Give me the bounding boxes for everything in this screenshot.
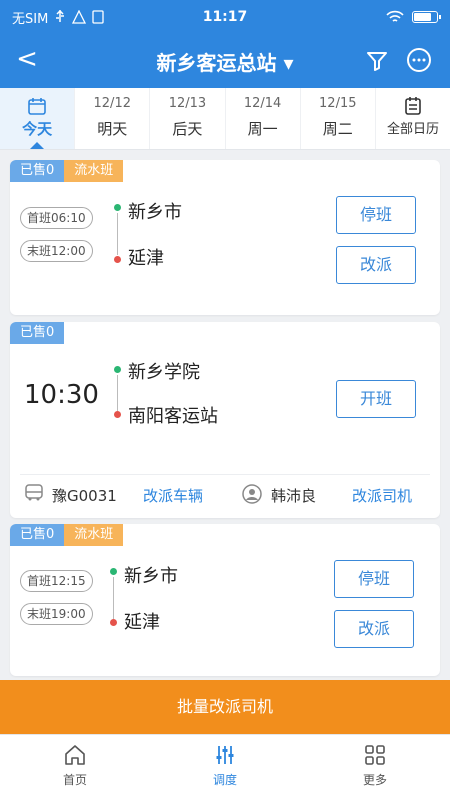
route-line (117, 375, 118, 411)
date-tab-date: 12/15 (319, 96, 357, 111)
change-vehicle-link[interactable]: 改派车辆 (143, 485, 203, 506)
selected-caret (30, 142, 45, 149)
flow-shift-tag: 流水班 (64, 524, 124, 546)
tab-dispatch[interactable]: 调度 (150, 735, 300, 800)
route-line (117, 213, 118, 255)
status-bar: 无SIM 11:17 (0, 0, 450, 34)
reassign-button[interactable]: 改派 (334, 610, 414, 648)
origin-stop: 新乡市 (128, 202, 182, 223)
end-dot (114, 411, 121, 418)
start-dot (114, 204, 121, 211)
first-shift-pill: 首班06:10 (20, 207, 93, 229)
tab-label: 调度 (212, 773, 237, 787)
date-tab-label: 周二 (322, 120, 353, 138)
origin-stop: 新乡市 (124, 566, 178, 587)
date-tab-date: 12/13 (168, 96, 207, 111)
calendar-icon (405, 97, 421, 115)
sold-count-tag: 已售0 (10, 322, 65, 344)
open-shift-button[interactable]: 开班 (336, 380, 416, 418)
start-dot (110, 568, 117, 575)
date-tab-date: 12/12 (93, 96, 131, 111)
departure-time: 10:30 (24, 380, 99, 410)
vehicle-plate: 豫G0031 (52, 487, 117, 505)
date-tab-day-after[interactable]: 12/13 后天 (150, 88, 226, 149)
date-tab-today[interactable]: 今天 (0, 88, 76, 149)
sliders-icon (216, 746, 234, 764)
sold-count-tag: 已售0 (10, 524, 65, 546)
last-shift-pill: 末班12:00 (20, 240, 93, 262)
schedule-card-1[interactable]: 已售0 流水班 首班06:10 末班12:00 新乡市 延津 停班 改派 (10, 160, 440, 315)
destination-stop: 延津 (124, 612, 160, 633)
tab-label: 更多 (362, 773, 387, 787)
clock: 11:17 (202, 9, 248, 25)
driver-icon (242, 484, 262, 504)
schedule-card-3[interactable]: 已售0 流水班 首班12:15 末班19:00 新乡市 延津 停班 改派 (10, 524, 440, 676)
tab-more[interactable]: 更多 (300, 735, 450, 800)
tab-label: 首页 (62, 773, 87, 787)
station-dropdown[interactable] (150, 41, 310, 81)
calendar-today-icon (28, 98, 46, 115)
bus-icon (25, 484, 43, 501)
date-tab-label: 明天 (97, 120, 128, 138)
end-dot (114, 256, 121, 263)
end-dot (110, 619, 117, 626)
origin-stop: 新乡学院 (128, 362, 200, 383)
flow-shift-tag: 流水班 (64, 160, 124, 182)
date-tab-label: 全部日历 (386, 122, 439, 137)
date-tab-label: 今天 (22, 120, 53, 138)
date-tab-label: 周一 (247, 120, 278, 138)
grid-icon (365, 745, 385, 765)
stop-shift-button[interactable]: 停班 (334, 560, 414, 598)
sold-count-tag: 已售0 (10, 160, 65, 182)
date-tab-date: 12/14 (243, 96, 282, 111)
change-driver-link[interactable]: 改派司机 (352, 485, 412, 506)
bottom-tab-bar: 首页 调度 更多 (0, 734, 450, 800)
date-tab-tuesday[interactable]: 12/15 周二 (301, 88, 376, 149)
last-shift-pill: 末班19:00 (20, 603, 93, 625)
back-button[interactable]: < (12, 44, 42, 74)
battery-icon (412, 11, 441, 23)
home-icon (65, 745, 85, 765)
tab-home[interactable]: 首页 (0, 735, 150, 800)
stop-shift-button[interactable]: 停班 (336, 196, 416, 234)
destination-stop: 延津 (128, 248, 164, 269)
driver-name: 韩沛良 (271, 487, 317, 505)
route-line (113, 577, 114, 619)
destination-stop: 南阳客运站 (128, 406, 218, 427)
batch-reassign-driver-button[interactable]: 批量改派司机 (0, 680, 450, 734)
schedule-card-2[interactable]: 已售0 10:30 新乡学院 南阳客运站 开班 豫G0031 改派车辆 韩沛良 … (10, 322, 440, 518)
card-divider (20, 474, 430, 475)
date-tab-tomorrow[interactable]: 12/12 明天 (75, 88, 151, 149)
message-icon[interactable] (404, 46, 434, 76)
date-tab-all-calendar[interactable]: 全部日历 (376, 88, 450, 149)
date-tab-monday[interactable]: 12/14 周一 (226, 88, 301, 149)
reassign-button[interactable]: 改派 (336, 246, 416, 284)
date-tab-label: 后天 (172, 120, 203, 138)
top-bar: 无SIM 11:17 < 新乡客运总站 ▾ (0, 0, 450, 88)
date-strip: 今天 12/12 明天 12/13 后天 12/14 周一 12/15 周二 全… (0, 88, 450, 150)
start-dot (114, 366, 121, 373)
filter-icon[interactable] (362, 46, 392, 76)
title-bar: < 新乡客运总站 ▾ (0, 34, 450, 88)
first-shift-pill: 首班12:15 (20, 570, 93, 592)
